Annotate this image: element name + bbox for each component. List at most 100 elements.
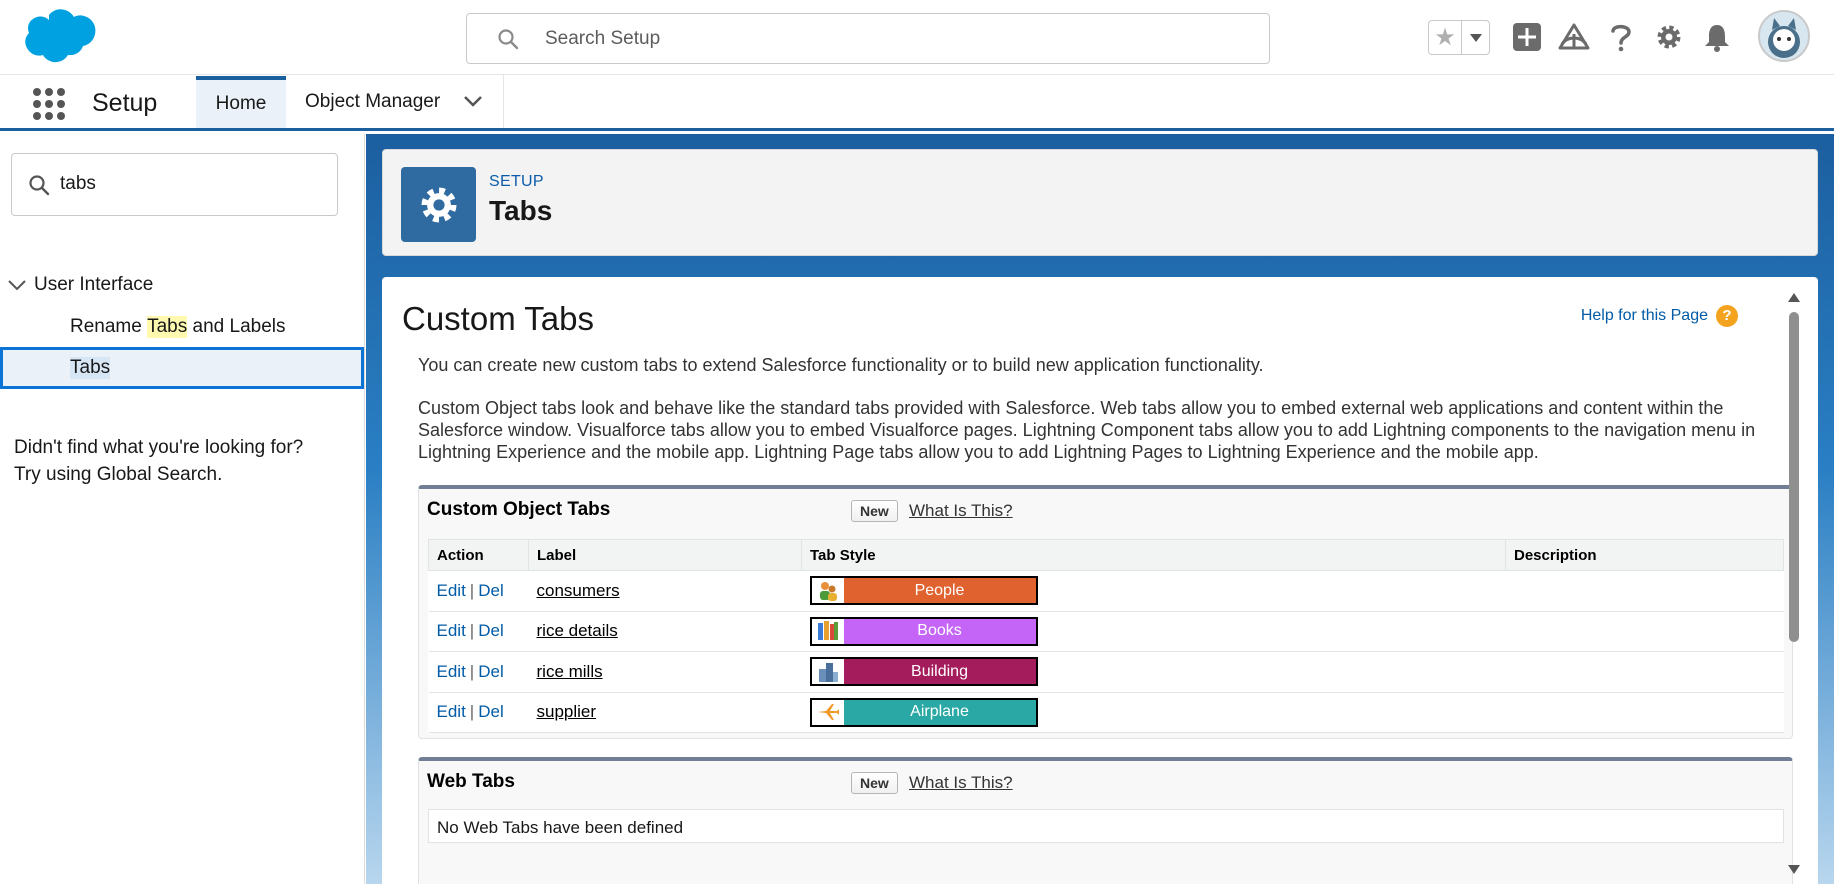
new-web-tab-button[interactable]: New xyxy=(851,772,898,794)
table-row: Edit | Del consumers People xyxy=(428,570,1784,612)
not-found-line: Try using Global Search. xyxy=(14,464,223,485)
search-icon xyxy=(29,175,50,196)
edit-link[interactable]: Edit xyxy=(437,702,466,721)
avatar[interactable] xyxy=(1758,10,1810,62)
action-separator: | xyxy=(469,580,475,600)
column-header: Action xyxy=(428,539,529,571)
what-is-this-link[interactable]: What Is This? xyxy=(909,501,1013,521)
chevron-down-icon xyxy=(8,280,26,291)
tab-style-cell: Airplane xyxy=(801,692,1506,733)
action-cell: Edit | Del xyxy=(428,651,529,693)
app-name: Setup xyxy=(92,89,158,117)
gear-icon[interactable] xyxy=(1650,18,1688,56)
action-cell: Edit | Del xyxy=(428,692,529,733)
tab-style-swatch: People xyxy=(809,576,1038,606)
trailhead-icon[interactable] xyxy=(1555,18,1593,56)
action-cell: Edit | Del xyxy=(428,570,529,612)
global-header: ★ xyxy=(0,0,1834,75)
column-header: Label xyxy=(528,539,802,571)
tab-style-name: People xyxy=(843,578,1036,604)
what-is-this-link[interactable]: What Is This? xyxy=(909,773,1013,793)
star-icon[interactable]: ★ xyxy=(1429,21,1462,54)
scroll-down-arrow[interactable] xyxy=(1788,865,1800,874)
quick-find[interactable] xyxy=(11,153,338,216)
airplane-icon xyxy=(811,699,844,725)
intro-paragraph: You can create new custom tabs to extend… xyxy=(418,355,1264,375)
global-search[interactable] xyxy=(466,13,1270,64)
search-highlight: Tabs xyxy=(147,316,188,338)
add-icon[interactable] xyxy=(1508,18,1546,56)
tab-style-cell: People xyxy=(801,570,1506,612)
section-title: Web Tabs xyxy=(427,771,515,792)
action-separator: | xyxy=(469,661,475,681)
tab-style-name: Airplane xyxy=(843,699,1036,725)
scrollbar[interactable] xyxy=(1786,285,1802,884)
description-paragraph: Custom Object tabs look and behave like … xyxy=(418,398,1756,462)
search-highlight: Tabs xyxy=(70,357,111,379)
tab-home[interactable]: Home xyxy=(196,76,286,128)
delete-link[interactable]: Del xyxy=(478,662,504,681)
sidebar-item-rename-tabs[interactable]: Rename Tabs and Labels xyxy=(0,306,364,348)
building-icon xyxy=(811,659,844,685)
action-cell: Edit | Del xyxy=(428,611,529,652)
label-cell: consumers xyxy=(528,570,802,612)
app-launcher-icon[interactable] xyxy=(32,87,66,121)
tab-label-link[interactable]: supplier xyxy=(537,702,597,721)
main-content-area: SETUP Tabs Custom Tabs Help for this Pag… xyxy=(366,134,1834,884)
table-row: Edit | Del rice mills Building xyxy=(428,651,1784,693)
scroll-thumb[interactable] xyxy=(1789,312,1799,642)
help-icon: ? xyxy=(1716,305,1738,327)
action-separator: | xyxy=(469,621,475,641)
delete-link[interactable]: Del xyxy=(478,702,504,721)
tab-style-swatch: Airplane xyxy=(809,697,1038,727)
chevron-down-icon xyxy=(1469,33,1482,42)
description-cell xyxy=(1505,692,1784,733)
tab-style-swatch: Building xyxy=(809,657,1038,687)
tab-label-link[interactable]: rice mills xyxy=(537,662,603,681)
favorites-list-button[interactable] xyxy=(1462,21,1489,54)
edit-link[interactable]: Edit xyxy=(437,621,466,640)
setup-gear-icon xyxy=(401,167,476,242)
chevron-down-icon[interactable] xyxy=(462,93,484,109)
action-separator: | xyxy=(469,702,475,722)
edit-link[interactable]: Edit xyxy=(437,581,466,600)
app-nav-bar: Setup Home Object Manager xyxy=(0,75,1834,131)
global-search-input[interactable] xyxy=(545,24,1245,54)
edit-link[interactable]: Edit xyxy=(437,662,466,681)
bell-icon[interactable] xyxy=(1698,18,1736,56)
tab-label-link[interactable]: consumers xyxy=(537,581,620,600)
tab-style-name: Building xyxy=(843,659,1036,685)
tab-style-cell: Building xyxy=(801,651,1506,693)
web-tabs-section: Web Tabs New What Is This? No Web Tabs h… xyxy=(418,757,1793,884)
custom-object-tabs-section: Custom Object Tabs New What Is This? Act… xyxy=(418,485,1793,739)
description-cell xyxy=(1505,611,1784,652)
content-title: Custom Tabs xyxy=(402,300,594,337)
quick-find-input[interactable] xyxy=(60,169,320,199)
help-icon[interactable] xyxy=(1602,18,1640,56)
table-header-row: Action Label Tab Style Description xyxy=(428,539,1784,571)
tab-style-name: Books xyxy=(843,618,1036,644)
sidebar-item-label: and Labels xyxy=(187,316,286,337)
sidebar-item-tabs[interactable]: Tabs xyxy=(0,347,364,389)
description-cell xyxy=(1505,570,1784,612)
sidebar-item-label: Rename xyxy=(70,316,148,337)
help-for-page-link[interactable]: Help for this Page ? xyxy=(1581,305,1738,327)
label-cell: rice details xyxy=(528,611,802,652)
label-cell: supplier xyxy=(528,692,802,733)
tab-label-link[interactable]: rice details xyxy=(537,621,618,640)
salesforce-cloud-logo[interactable] xyxy=(12,8,102,70)
scroll-up-arrow[interactable] xyxy=(1788,293,1800,302)
not-found-message: Didn't find what you're looking for? Try… xyxy=(14,434,303,488)
delete-link[interactable]: Del xyxy=(478,581,504,600)
custom-tabs-panel: Custom Tabs Help for this Page ? You can… xyxy=(382,277,1818,884)
tab-style-swatch: Books xyxy=(809,616,1038,646)
tree-section-user-interface[interactable]: User Interface xyxy=(0,268,364,302)
tab-object-manager[interactable]: Object Manager xyxy=(288,75,504,128)
new-custom-object-tab-button[interactable]: New xyxy=(851,500,898,522)
delete-link[interactable]: Del xyxy=(478,621,504,640)
page-title: Tabs xyxy=(489,195,553,226)
tree-section-label: User Interface xyxy=(34,274,154,295)
people-icon xyxy=(811,578,844,604)
help-link-label: Help for this Page xyxy=(1580,307,1708,324)
tab-style-cell: Books xyxy=(801,611,1506,652)
